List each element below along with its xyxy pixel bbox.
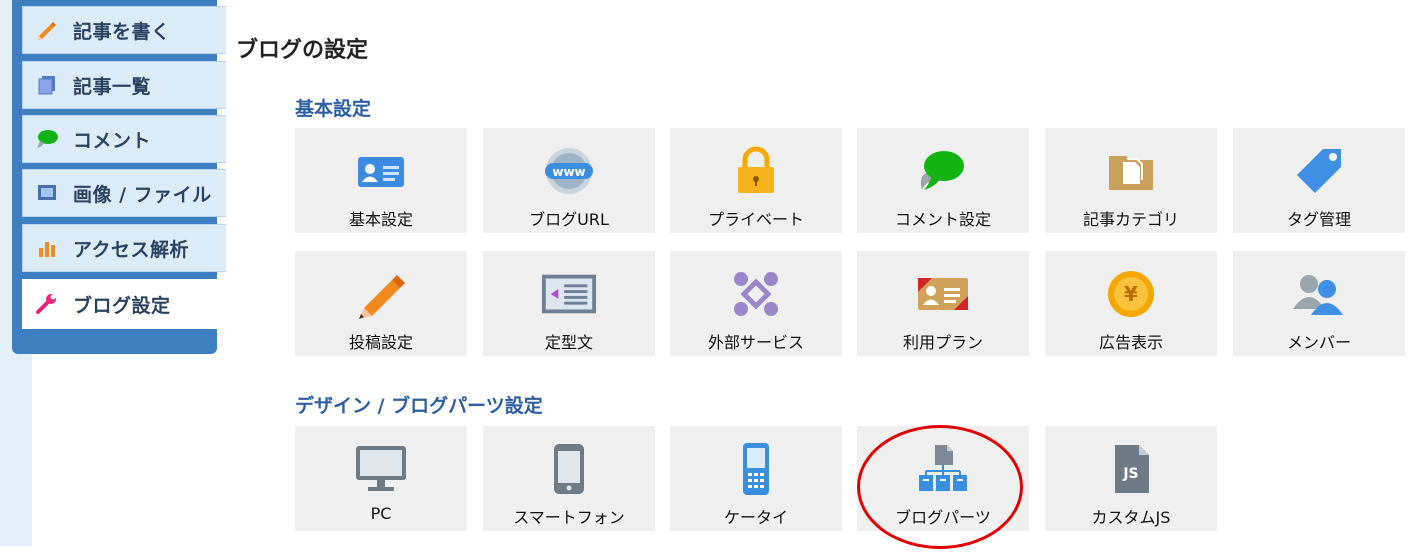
- tag-icon: [1291, 146, 1347, 196]
- tile-label: 外部サービス: [707, 333, 804, 352]
- tile-basic-settings[interactable]: 基本設定: [295, 128, 467, 233]
- tile-label: 利用プラン: [902, 333, 983, 352]
- sidebar-item-access-analytics[interactable]: アクセス解析: [22, 224, 226, 272]
- sidebar-item-label: 記事を書く: [73, 20, 171, 43]
- documents-icon: [35, 74, 59, 96]
- tile-posting-settings[interactable]: 投稿設定: [295, 251, 467, 356]
- tile-post-categories[interactable]: 記事カテゴリ: [1045, 128, 1217, 233]
- tile-blog-parts[interactable]: ブログパーツ: [857, 426, 1029, 531]
- plan-card-icon: [915, 269, 971, 319]
- svg-text:www: www: [552, 165, 585, 179]
- tile-label: メンバー: [1286, 333, 1351, 352]
- monitor-icon: [353, 444, 409, 494]
- folder-documents-icon: [1103, 146, 1159, 196]
- tile-label: 定型文: [544, 333, 593, 352]
- tile-label: ケータイ: [723, 508, 788, 527]
- tile-private[interactable]: プライベート: [670, 128, 842, 233]
- tile-usage-plan[interactable]: 利用プラン: [857, 251, 1029, 356]
- tile-members[interactable]: メンバー: [1233, 251, 1405, 356]
- tile-label: スマートフォン: [513, 508, 625, 527]
- speech-bubbles-icon: [915, 146, 971, 196]
- text-template-icon: [541, 269, 597, 319]
- svg-text:JS: JS: [1122, 466, 1138, 482]
- sidebar-item-label: アクセス解析: [73, 238, 190, 261]
- tile-label: 記事カテゴリ: [1082, 210, 1179, 229]
- tile-pc[interactable]: PC: [295, 426, 467, 531]
- speech-bubble-icon: [35, 128, 59, 150]
- sidebar-item-label: ブログ設定: [73, 294, 171, 317]
- sidebar: 記事を書く 記事一覧 コメント 画像 / ファイル アクセス解析 ブログ設定: [12, 0, 226, 354]
- tile-label: 基本設定: [348, 210, 413, 229]
- tile-external-services[interactable]: 外部サービス: [670, 251, 842, 356]
- puzzle-icon: [728, 269, 784, 319]
- sidebar-item-label: 画像 / ファイル: [73, 183, 212, 206]
- tile-label: ブログパーツ: [895, 508, 991, 527]
- section-title-basic-settings: 基本設定: [295, 98, 372, 120]
- tile-label: プライベート: [707, 210, 804, 229]
- tile-custom-js[interactable]: JS カスタムJS: [1045, 426, 1217, 531]
- pencil-icon: [353, 269, 409, 319]
- svg-text:¥: ¥: [1124, 282, 1138, 306]
- sidebar-item-images-files[interactable]: 画像 / ファイル: [22, 169, 226, 217]
- tile-tag-management[interactable]: タグ管理: [1233, 128, 1405, 233]
- sidebar-item-label: 記事一覧: [73, 75, 152, 98]
- smartphone-icon: [541, 444, 597, 494]
- tile-label: 投稿設定: [348, 333, 413, 352]
- tile-label: タグ管理: [1286, 210, 1351, 229]
- pencil-icon: [35, 19, 59, 41]
- wrench-icon: [35, 293, 59, 315]
- tile-text-templates[interactable]: 定型文: [483, 251, 655, 356]
- id-card-icon: [353, 146, 409, 196]
- sidebar-item-post-list[interactable]: 記事一覧: [22, 61, 226, 109]
- blog-parts-icon: [915, 444, 971, 494]
- section-title-design-settings: デザイン / ブログパーツ設定: [295, 395, 543, 417]
- tile-label: 広告表示: [1098, 333, 1163, 352]
- tile-comment-settings[interactable]: コメント設定: [857, 128, 1029, 233]
- tile-ad-display[interactable]: ¥ 広告表示: [1045, 251, 1217, 356]
- sidebar-item-comments[interactable]: コメント: [22, 115, 226, 163]
- sidebar-item-write-post[interactable]: 記事を書く: [22, 6, 226, 54]
- tile-blog-url[interactable]: www ブログURL: [483, 128, 655, 233]
- padlock-icon: [728, 146, 784, 196]
- tile-label: PC: [370, 504, 392, 523]
- sidebar-item-blog-settings[interactable]: ブログ設定: [22, 279, 226, 329]
- tile-smartphone[interactable]: スマートフォン: [483, 426, 655, 531]
- www-globe-icon: www: [541, 146, 597, 196]
- yen-coin-icon: ¥: [1103, 269, 1159, 319]
- tile-label: ブログURL: [529, 210, 609, 229]
- tile-label: コメント設定: [894, 210, 991, 229]
- members-icon: [1291, 269, 1347, 319]
- feature-phone-icon: [728, 443, 784, 495]
- page-title: ブログの設定: [236, 38, 369, 63]
- tile-feature-phone[interactable]: ケータイ: [670, 426, 842, 531]
- tile-label: カスタムJS: [1091, 508, 1171, 527]
- bar-chart-icon: [35, 237, 59, 259]
- sidebar-item-label: コメント: [73, 129, 152, 152]
- image-frame-icon: [35, 182, 59, 204]
- js-file-icon: JS: [1103, 444, 1159, 494]
